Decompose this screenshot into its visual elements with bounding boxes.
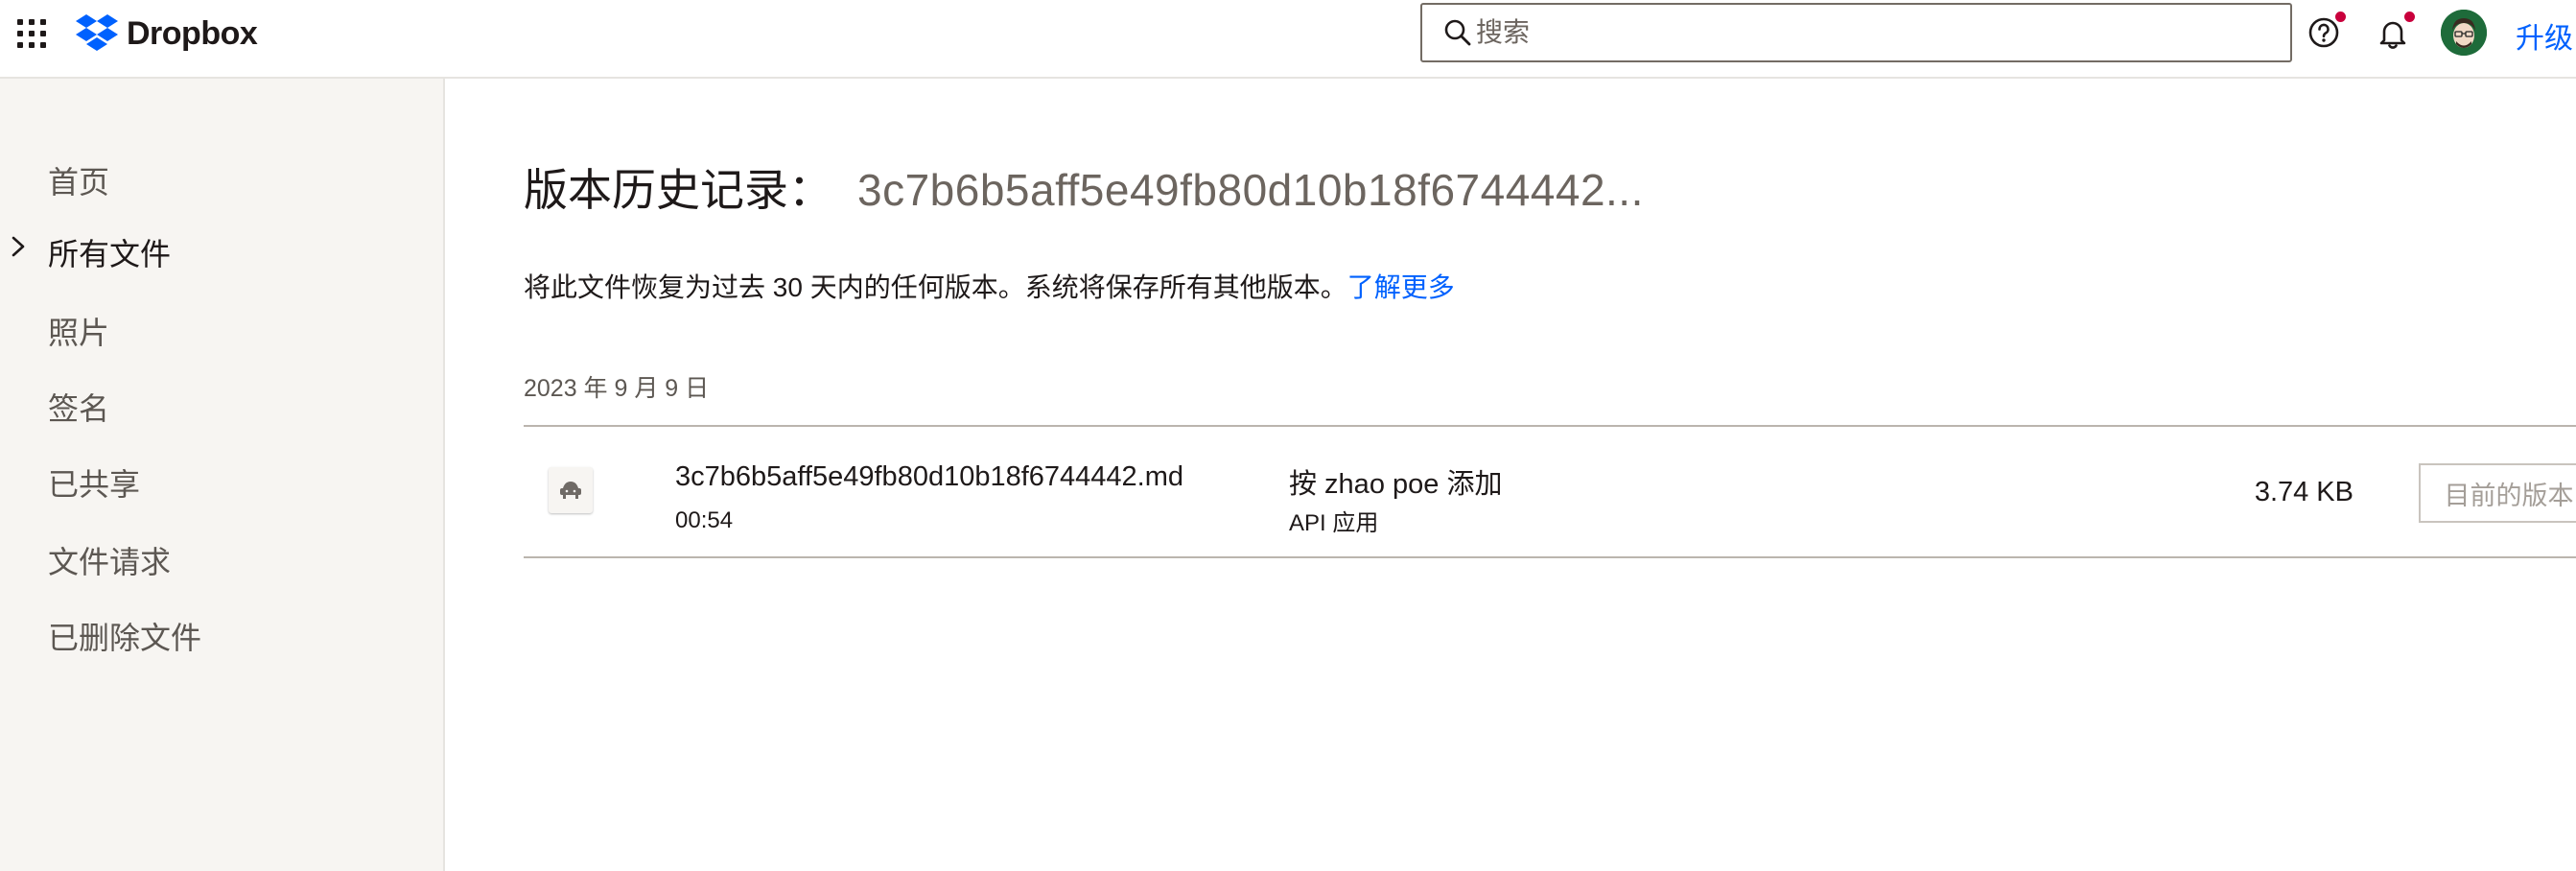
page-title: 版本历史记录： 3c7b6b5aff5e49fb80d10b18f6744442.… [524,155,1644,219]
version-row[interactable]: 3c7b6b5aff5e49fb80d10b18f6744442.md 00:5… [524,425,2576,558]
sidebar: 首页 所有文件 照片 签名 已共享 文件请求 已删除文件 [0,79,445,871]
description: 将此文件恢复为过去 30 天内的任何版本。系统将保存所有其他版本。了解更多 [524,267,1455,305]
version-file-name: 3c7b6b5aff5e49fb80d10b18f6744442.md [675,461,1184,492]
search-input[interactable] [1476,17,2262,48]
search-icon [1444,19,1471,46]
version-file-size: 3.74 KB [2254,477,2354,507]
description-text: 将此文件恢复为过去 30 天内的任何版本。系统将保存所有其他版本。 [524,272,1347,302]
app-name: Dropbox [127,14,258,52]
help-button[interactable] [2303,10,2348,56]
sidebar-item-deleted-files[interactable]: 已删除文件 [48,614,201,658]
dropbox-logo[interactable]: Dropbox [75,12,258,56]
dropbox-logo-icon [76,14,118,51]
version-time: 00:54 [675,507,734,533]
version-author: 按 zhao poe 添加 [1289,469,1503,500]
notifications-button[interactable] [2372,10,2417,56]
learn-more-link[interactable]: 了解更多 [1347,272,1455,302]
sidebar-item-shared[interactable]: 已共享 [48,460,140,505]
file-thumbnail [549,467,593,513]
sidebar-item-file-requests[interactable]: 文件请求 [48,538,171,582]
sidebar-item-signatures[interactable]: 签名 [48,385,109,429]
app-icon [560,482,581,499]
page-title-filename: 3c7b6b5aff5e49fb80d10b18f6744442... [857,165,1644,215]
search-box[interactable] [1420,3,2292,62]
current-version-button[interactable]: 目前的版本 [2419,463,2576,523]
upgrade-link[interactable]: 升级 [2516,14,2573,57]
app-grid-icon[interactable] [15,17,48,50]
sidebar-item-home[interactable]: 首页 [48,158,109,202]
page-title-label: 版本历史记录： [524,165,832,215]
version-source: API 应用 [1289,510,1379,536]
chevron-right-icon[interactable] [8,232,29,261]
main-content: 版本历史记录： 3c7b6b5aff5e49fb80d10b18f6744442.… [445,79,2576,871]
help-notification-dot [2333,10,2348,24]
avatar-face-icon [2441,10,2487,56]
top-bar: Dropbox 升级 [0,0,2576,79]
user-avatar[interactable] [2441,10,2487,56]
sidebar-item-photos[interactable]: 照片 [48,309,109,353]
version-date-header: 2023 年 9 月 9 日 [524,375,710,402]
notification-dot [2402,10,2417,24]
sidebar-item-all-files[interactable]: 所有文件 [48,230,171,274]
